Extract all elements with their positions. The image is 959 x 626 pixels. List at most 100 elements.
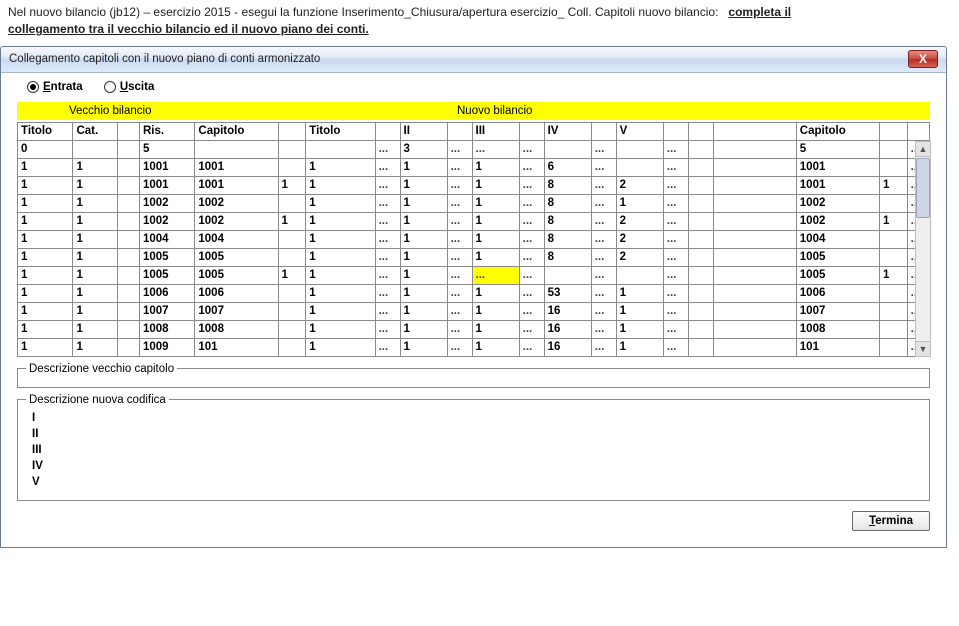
table-cell[interactable]: ... bbox=[375, 302, 400, 320]
table-cell[interactable]: 0 bbox=[18, 140, 73, 158]
table-cell[interactable]: 1 bbox=[73, 284, 117, 302]
radio-entrata[interactable]: Entrata bbox=[27, 81, 83, 93]
table-row[interactable]: 11100410041...1...1...8...2...1004... bbox=[18, 230, 930, 248]
table-cell[interactable]: ... bbox=[591, 266, 616, 284]
table-cell[interactable]: 1 bbox=[18, 266, 73, 284]
table-cell[interactable]: 1007 bbox=[195, 302, 278, 320]
scroll-up-icon[interactable]: ▲ bbox=[916, 142, 930, 157]
table-cell[interactable] bbox=[117, 338, 139, 356]
scroll-down-icon[interactable]: ▼ bbox=[916, 341, 930, 356]
table-cell[interactable]: 1007 bbox=[139, 302, 194, 320]
table-cell[interactable]: 2 bbox=[616, 230, 663, 248]
table-cell[interactable] bbox=[278, 140, 306, 158]
table-cell[interactable] bbox=[713, 158, 796, 176]
table-cell[interactable]: 1 bbox=[278, 212, 306, 230]
table-cell[interactable]: 1 bbox=[306, 230, 375, 248]
table-cell[interactable]: 2 bbox=[616, 176, 663, 194]
table-cell[interactable]: 1 bbox=[400, 212, 447, 230]
table-cell[interactable]: 1004 bbox=[796, 230, 879, 248]
table-cell[interactable] bbox=[713, 140, 796, 158]
col-v[interactable]: V bbox=[616, 122, 663, 140]
table-cell[interactable]: 1 bbox=[18, 248, 73, 266]
table-cell[interactable]: ... bbox=[663, 302, 688, 320]
table-cell[interactable]: ... bbox=[375, 176, 400, 194]
table-cell[interactable]: 1 bbox=[306, 194, 375, 212]
table-cell[interactable] bbox=[713, 302, 796, 320]
table-cell[interactable] bbox=[306, 140, 375, 158]
table-cell[interactable] bbox=[879, 248, 907, 266]
table-cell[interactable]: ... bbox=[663, 194, 688, 212]
table-cell[interactable] bbox=[616, 266, 663, 284]
table-row[interactable]: 1110091011...1...1...16...1...101... bbox=[18, 338, 930, 356]
grid-scrollbar[interactable]: ▲ ▼ bbox=[915, 141, 931, 357]
table-cell[interactable] bbox=[688, 230, 713, 248]
table-cell[interactable]: ... bbox=[591, 212, 616, 230]
table-cell[interactable]: 1005 bbox=[139, 248, 194, 266]
col-iv[interactable]: IV bbox=[544, 122, 591, 140]
table-cell[interactable]: 1006 bbox=[796, 284, 879, 302]
table-cell[interactable]: ... bbox=[447, 248, 472, 266]
table-cell[interactable]: 1 bbox=[616, 194, 663, 212]
table-cell[interactable]: ... bbox=[663, 176, 688, 194]
table-cell[interactable] bbox=[688, 140, 713, 158]
table-cell[interactable] bbox=[879, 302, 907, 320]
table-cell[interactable]: 1 bbox=[400, 266, 447, 284]
table-cell[interactable]: 1 bbox=[73, 248, 117, 266]
table-cell[interactable]: 1008 bbox=[796, 320, 879, 338]
col-titolo[interactable]: Titolo bbox=[18, 122, 73, 140]
table-row[interactable]: 11100110011...1...1...6......1001... bbox=[18, 158, 930, 176]
table-cell[interactable] bbox=[688, 302, 713, 320]
table-cell[interactable]: ... bbox=[663, 320, 688, 338]
table-cell[interactable] bbox=[195, 140, 278, 158]
table-cell[interactable]: 1 bbox=[400, 302, 447, 320]
table-cell[interactable]: ... bbox=[519, 338, 544, 356]
table-cell[interactable]: 1 bbox=[472, 158, 519, 176]
table-cell[interactable]: ... bbox=[591, 194, 616, 212]
table-cell[interactable] bbox=[713, 248, 796, 266]
table-cell[interactable]: 1 bbox=[472, 320, 519, 338]
table-cell[interactable]: 1 bbox=[400, 158, 447, 176]
table-row[interactable]: 11100610061...1...1...53...1...1006... bbox=[18, 284, 930, 302]
table-cell[interactable]: 1 bbox=[18, 320, 73, 338]
table-cell[interactable] bbox=[879, 230, 907, 248]
table-cell[interactable]: 5 bbox=[139, 140, 194, 158]
table-cell[interactable]: ... bbox=[375, 338, 400, 356]
table-cell[interactable] bbox=[688, 248, 713, 266]
col-titolo2[interactable]: Titolo bbox=[306, 122, 375, 140]
table-cell[interactable] bbox=[879, 158, 907, 176]
table-row[interactable]: 11100710071...1...1...16...1...1007... bbox=[18, 302, 930, 320]
table-row[interactable]: 111002100211...1...1...8...2...10021... bbox=[18, 212, 930, 230]
table-cell[interactable]: ... bbox=[663, 230, 688, 248]
table-cell[interactable]: 1001 bbox=[195, 158, 278, 176]
table-cell[interactable]: ... bbox=[447, 158, 472, 176]
table-cell[interactable]: 1 bbox=[73, 194, 117, 212]
table-cell[interactable]: ... bbox=[472, 266, 519, 284]
table-cell[interactable]: 1 bbox=[400, 284, 447, 302]
table-cell[interactable]: ... bbox=[447, 176, 472, 194]
table-cell[interactable]: 1004 bbox=[139, 230, 194, 248]
table-cell[interactable] bbox=[73, 140, 117, 158]
table-cell[interactable]: ... bbox=[375, 320, 400, 338]
table-cell[interactable] bbox=[278, 284, 306, 302]
table-cell[interactable]: 1 bbox=[472, 338, 519, 356]
table-cell[interactable] bbox=[544, 140, 591, 158]
table-cell[interactable]: ... bbox=[663, 248, 688, 266]
table-cell[interactable]: 1 bbox=[18, 176, 73, 194]
table-cell[interactable]: 1005 bbox=[796, 266, 879, 284]
table-cell[interactable] bbox=[117, 176, 139, 194]
table-cell[interactable]: ... bbox=[591, 302, 616, 320]
table-cell[interactable] bbox=[713, 212, 796, 230]
table-cell[interactable]: ... bbox=[375, 248, 400, 266]
table-cell[interactable]: 1001 bbox=[796, 158, 879, 176]
table-cell[interactable] bbox=[278, 320, 306, 338]
table-row[interactable]: 11100510051...1...1...8...2...1005... bbox=[18, 248, 930, 266]
table-cell[interactable]: ... bbox=[519, 212, 544, 230]
table-cell[interactable]: 1002 bbox=[139, 194, 194, 212]
table-cell[interactable] bbox=[688, 176, 713, 194]
table-cell[interactable] bbox=[616, 140, 663, 158]
table-cell[interactable]: 1 bbox=[18, 338, 73, 356]
table-cell[interactable]: 1 bbox=[472, 212, 519, 230]
table-cell[interactable]: 1 bbox=[400, 230, 447, 248]
table-cell[interactable]: 8 bbox=[544, 230, 591, 248]
close-button[interactable]: X bbox=[908, 50, 938, 68]
